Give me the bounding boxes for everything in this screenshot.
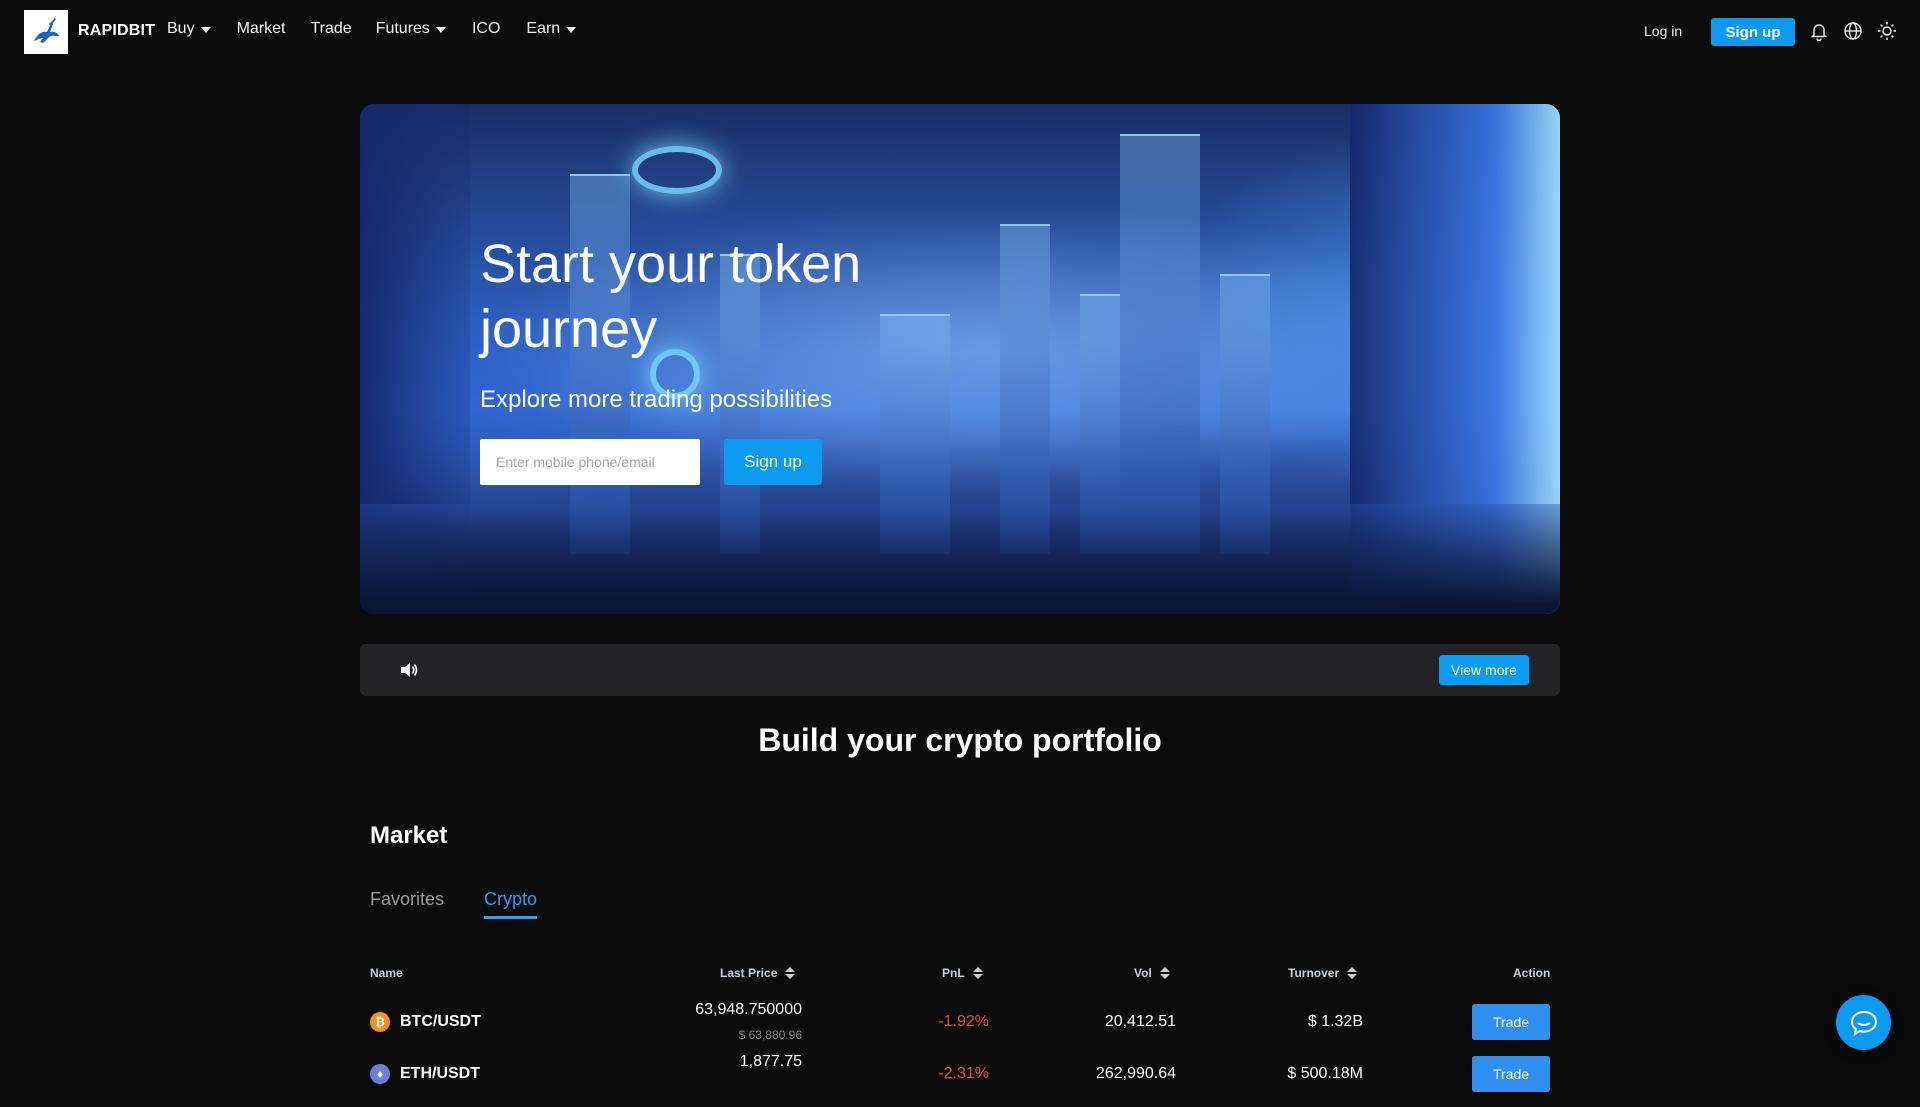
signup-button[interactable]: Sign up [1711, 18, 1795, 46]
column-header-pnl[interactable]: PnL [942, 966, 983, 980]
ethereum-icon: ♦ [370, 1064, 390, 1084]
table-row[interactable]: ₿ BTC/USDT 63,948.750000 $ 63,880.96 -1.… [0, 1001, 1920, 1055]
pnl-value: -2.31% [938, 1065, 989, 1082]
nav-earn[interactable]: Earn [526, 20, 577, 38]
column-header-name: Name [370, 966, 403, 980]
announcement-bar: View more [360, 644, 1560, 696]
nav-trade[interactable]: Trade [310, 20, 351, 38]
rabbit-logo-icon[interactable] [24, 10, 68, 54]
column-header-vol-label: Vol [1134, 966, 1152, 980]
hero-banner: Start your token journey Explore more tr… [360, 104, 1560, 614]
nav-futures[interactable]: Futures [376, 20, 446, 38]
pnl-value: -1.92% [938, 1013, 989, 1030]
nav-earn-label: Earn [526, 20, 561, 37]
column-header-turnover-label: Turnover [1288, 966, 1340, 980]
hero-title: Start your token journey [480, 234, 862, 359]
hero-bg-floor [360, 504, 1560, 614]
hero-bg-tower [570, 174, 630, 554]
globe-icon[interactable] [1843, 21, 1863, 41]
vol-value: 262,990.64 [1095, 1065, 1176, 1082]
hero-bg-tower [1120, 134, 1200, 554]
hero-email-input[interactable] [480, 439, 700, 485]
market-tabs: Favorites Crypto [370, 889, 538, 919]
column-header-last-price[interactable]: Last Price [720, 966, 796, 980]
top-nav-bar: RAPIDBIT Buy Market Trade Futures ICO Ea… [0, 0, 1920, 62]
bitcoin-icon: ₿ [370, 1012, 390, 1032]
speaker-icon [400, 662, 418, 678]
main-nav: Buy Market Trade Futures ICO Earn [167, 20, 577, 38]
last-price-usd: $ 63,880.96 [738, 1028, 802, 1042]
sort-icon [1159, 967, 1170, 979]
hero-bg-ring [632, 146, 722, 194]
tab-favorites[interactable]: Favorites [370, 889, 444, 919]
nav-futures-label: Futures [375, 20, 430, 37]
chevron-down-icon [435, 26, 446, 33]
turnover-value: $ 500.18M [1287, 1065, 1363, 1082]
hero-subtitle: Explore more trading possibilities [480, 386, 833, 413]
vol-value: 20,412.51 [1104, 1013, 1176, 1030]
column-header-action: Action [1513, 966, 1550, 980]
hero-signup-button[interactable]: Sign up [724, 439, 822, 485]
nav-ico[interactable]: ICO [472, 20, 500, 38]
nav-buy[interactable]: Buy [167, 20, 211, 38]
pair-name: ETH/USDT [400, 1065, 480, 1082]
sort-icon [1347, 967, 1358, 979]
chevron-down-icon [566, 26, 577, 33]
login-link[interactable]: Log in [1644, 23, 1682, 39]
nav-trade-label: Trade [310, 20, 352, 37]
sort-icon [972, 967, 983, 979]
section-title: Build your crypto portfolio [758, 722, 1162, 758]
tab-crypto[interactable]: Crypto [484, 889, 538, 919]
column-header-name-label: Name [370, 966, 403, 980]
chat-support-icon[interactable] [1836, 995, 1891, 1050]
column-header-action-label: Action [1513, 966, 1551, 980]
sun-icon[interactable] [1877, 21, 1897, 41]
bell-icon[interactable] [1809, 21, 1829, 42]
brand-name[interactable]: RAPIDBIT [78, 22, 155, 40]
view-more-button[interactable]: View more [1439, 655, 1529, 685]
nav-buy-label: Buy [167, 20, 195, 37]
last-price: 63,948.750000 [695, 1001, 802, 1018]
nav-ico-label: ICO [471, 20, 501, 37]
column-header-turnover[interactable]: Turnover [1288, 966, 1358, 980]
turnover-value: $ 1.32B [1307, 1013, 1363, 1030]
trade-button[interactable]: Trade [1472, 1004, 1550, 1040]
pair-name: BTC/USDT [400, 1013, 481, 1030]
market-title: Market [370, 822, 448, 849]
trade-button[interactable]: Trade [1472, 1056, 1550, 1092]
chevron-down-icon [200, 26, 211, 33]
table-row[interactable]: ♦ ETH/USDT 1,877.75 -2.31% 262,990.64 $ … [0, 1053, 1920, 1107]
last-price: 1,877.75 [739, 1053, 802, 1070]
column-header-last-price-label: Last Price [720, 966, 778, 980]
column-header-vol[interactable]: Vol [1134, 966, 1170, 980]
nav-market-label: Market [236, 20, 286, 37]
column-header-pnl-label: PnL [942, 966, 965, 980]
nav-market[interactable]: Market [237, 20, 286, 38]
sort-icon [785, 967, 796, 979]
